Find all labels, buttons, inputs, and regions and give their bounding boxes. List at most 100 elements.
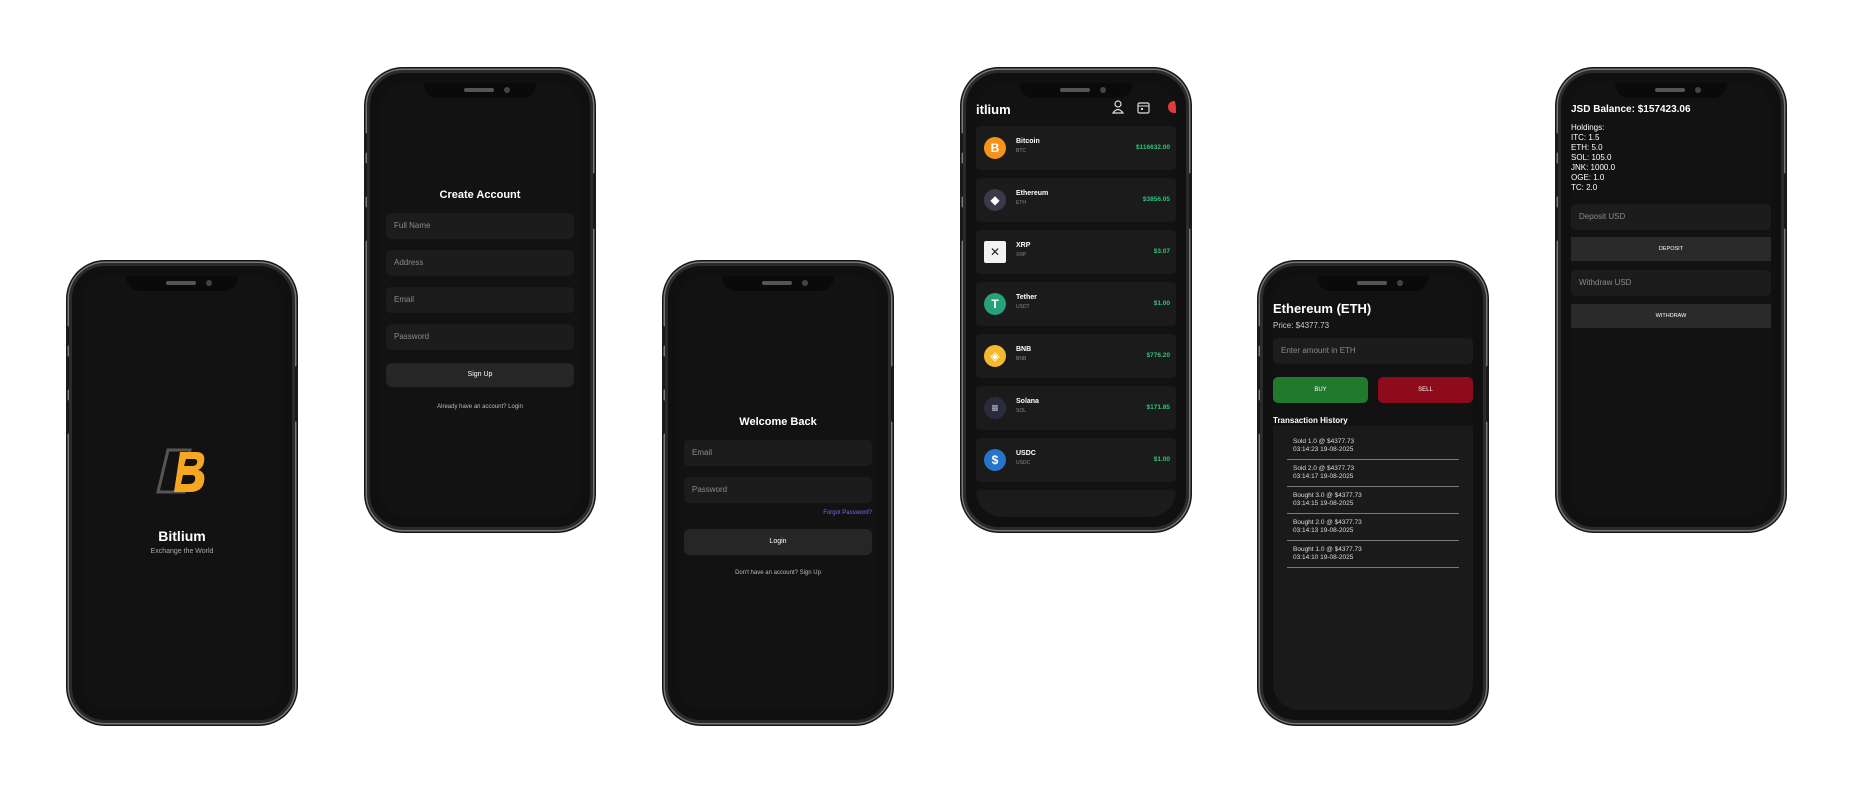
coin-name: Tether xyxy=(1016,294,1037,301)
coin-row[interactable] xyxy=(976,490,1176,517)
phone-wallet: JSD Balance: $157423.06 Holdings: ITC: 1… xyxy=(1555,70,1787,530)
coin-icon: B xyxy=(984,137,1006,159)
app-logo xyxy=(154,446,214,496)
app-name: Bitlium xyxy=(158,528,206,544)
wallet-screen: JSD Balance: $157423.06 Holdings: ITC: 1… xyxy=(1571,83,1771,517)
phone-splash: Bitlium Exchange the World xyxy=(66,263,298,723)
splash-screen: Bitlium Exchange the World xyxy=(82,276,282,710)
coin-price: $1.00 xyxy=(1153,300,1170,307)
history-title: Transaction History xyxy=(1273,416,1348,425)
coin-symbol: BTC xyxy=(1016,148,1026,154)
transaction-item: Bought 3.0 @ $4377.73 03:14:15 19-08-2025 xyxy=(1287,488,1459,514)
password-field[interactable]: Password xyxy=(684,477,872,503)
amount-input[interactable]: Enter amount in ETH xyxy=(1273,338,1473,364)
coin-price: Price: $4377.73 xyxy=(1273,321,1330,330)
transaction-detail: Bought 3.0 @ $4377.73 xyxy=(1293,492,1362,499)
coin-row[interactable]: B Bitcoin BTC $116632.00 xyxy=(976,126,1176,170)
usd-balance: JSD Balance: $157423.06 xyxy=(1571,104,1691,115)
phone-login: Welcome Back Email Password Forgot Passw… xyxy=(662,263,894,723)
email-field[interactable]: Email xyxy=(386,287,574,313)
holdings-title: Holdings: xyxy=(1571,123,1605,132)
coin-price: $776.20 xyxy=(1146,352,1171,359)
sell-button[interactable]: SELL xyxy=(1378,377,1473,403)
coin-symbol: USDC xyxy=(1016,460,1031,466)
coin-name: XRP xyxy=(1016,242,1031,249)
markets-screen: itlium B Bitcoin BTC $116632.00 ◆ Ethereum ETH… xyxy=(976,83,1176,517)
coin-symbol: SOL xyxy=(1016,408,1027,414)
transaction-item: Sold 1.0 @ $4377.73 03:14:23 19-08-2025 xyxy=(1287,434,1459,460)
coin-row[interactable]: ≡ Solana SOL $171.85 xyxy=(976,386,1176,430)
notch xyxy=(1317,276,1429,291)
coin-symbol: XRP xyxy=(1016,252,1027,258)
user-icon[interactable] xyxy=(1111,100,1125,119)
login-link[interactable]: Already have an account? Login xyxy=(386,404,574,410)
deposit-button[interactable]: DEPOSIT xyxy=(1571,237,1771,261)
page-title: Welcome Back xyxy=(739,416,817,428)
transaction-detail: Bought 2.0 @ $4377.73 xyxy=(1293,519,1362,526)
coin-name: BNB xyxy=(1016,346,1032,353)
coin-row[interactable]: ◆ Ethereum ETH $3856.05 xyxy=(976,178,1176,222)
coin-row[interactable]: ✕ XRP XRP $3.07 xyxy=(976,230,1176,274)
login-screen: Welcome Back Email Password Forgot Passw… xyxy=(678,276,878,710)
password-field[interactable]: Password xyxy=(386,324,574,350)
coin-icon: ✕ xyxy=(984,241,1006,263)
holding-item: JNK: 1000.0 xyxy=(1571,163,1616,172)
coin-row[interactable]: ◈ BNB BNB $776.20 xyxy=(976,334,1176,378)
coin-symbol: BNB xyxy=(1016,356,1027,362)
coin-name: Bitcoin xyxy=(1016,138,1040,145)
withdraw-input[interactable]: Withdraw USD xyxy=(1571,270,1771,296)
calendar-icon[interactable] xyxy=(1137,100,1150,119)
logout-icon[interactable] xyxy=(1168,101,1176,113)
buy-button[interactable]: BUY xyxy=(1273,377,1368,403)
coin-price: $171.85 xyxy=(1146,404,1171,411)
transaction-time: 03:14:10 19-08-2025 xyxy=(1293,554,1354,561)
coin-title: Ethereum (ETH) xyxy=(1273,301,1372,316)
transaction-time: 03:14:15 19-08-2025 xyxy=(1293,500,1354,507)
coin-row[interactable]: T Tether USDT $1.00 xyxy=(976,282,1176,326)
phone-signup: Create Account Full Name Address Email P… xyxy=(364,70,596,530)
coin-icon: ◈ xyxy=(984,345,1006,367)
sign-up-button[interactable]: Sign Up xyxy=(386,363,574,387)
coin-price: $1.00 xyxy=(1153,456,1170,463)
app-title: itlium xyxy=(976,102,1011,117)
transaction-item: Bought 2.0 @ $4377.73 03:14:13 19-08-2025 xyxy=(1287,515,1459,541)
full-name-field[interactable]: Full Name xyxy=(386,213,574,239)
coin-price: $116632.00 xyxy=(1136,144,1170,151)
holding-item: SOL: 105.0 xyxy=(1571,153,1612,162)
transaction-detail: Sold 1.0 @ $4377.73 xyxy=(1293,438,1355,445)
transaction-detail: Bought 1.0 @ $4377.73 xyxy=(1293,546,1362,553)
forgot-password-link[interactable]: Forgot Password? xyxy=(823,510,872,516)
notch xyxy=(1020,83,1132,98)
holding-item: ETH: 5.0 xyxy=(1571,143,1603,152)
transaction-detail: Sold 2.0 @ $4377.73 xyxy=(1293,465,1355,472)
email-field[interactable]: Email xyxy=(684,440,872,466)
page-title: Create Account xyxy=(439,189,521,201)
signup-screen: Create Account Full Name Address Email P… xyxy=(380,83,580,517)
address-field[interactable]: Address xyxy=(386,250,574,276)
transaction-time: 03:14:17 19-08-2025 xyxy=(1293,473,1354,480)
sign-up-link[interactable]: Don't have an account? Sign Up xyxy=(684,570,872,576)
coin-symbol: ETH xyxy=(1016,200,1026,206)
coin-row[interactable]: $ USDC USDC $1.00 xyxy=(976,438,1176,482)
coin-list: B Bitcoin BTC $116632.00 ◆ Ethereum ETH $3856.0… xyxy=(976,126,1176,517)
transaction-time: 03:14:13 19-08-2025 xyxy=(1293,527,1354,534)
coin-icon: ≡ xyxy=(984,397,1006,419)
notch xyxy=(126,276,238,291)
transaction-list: Sold 1.0 @ $4377.73 03:14:23 19-08-2025 So… xyxy=(1273,426,1473,710)
holding-item: TC: 2.0 xyxy=(1571,183,1598,192)
coin-icon: T xyxy=(984,293,1006,315)
holding-item: ITC: 1.5 xyxy=(1571,133,1600,142)
coin-name: Ethereum xyxy=(1016,190,1049,197)
coin-name: USDC xyxy=(1016,450,1036,457)
withdraw-button[interactable]: WITHDRAW xyxy=(1571,304,1771,328)
holding-item: OGE: 1.0 xyxy=(1571,173,1605,182)
phone-markets: itlium B Bitcoin BTC $116632.00 ◆ Ethereum ETH… xyxy=(960,70,1192,530)
trade-screen: Ethereum (ETH) Price: $4377.73 Enter amo… xyxy=(1273,276,1473,710)
transaction-item: Sold 2.0 @ $4377.73 03:14:17 19-08-2025 xyxy=(1287,461,1459,487)
phone-trade: Ethereum (ETH) Price: $4377.73 Enter amo… xyxy=(1257,263,1489,723)
coin-price: $3856.05 xyxy=(1142,196,1170,203)
login-button[interactable]: Login xyxy=(684,529,872,555)
transaction-time: 03:14:23 19-08-2025 xyxy=(1293,446,1354,453)
deposit-input[interactable]: Deposit USD xyxy=(1571,204,1771,230)
coin-name: Solana xyxy=(1016,398,1039,405)
